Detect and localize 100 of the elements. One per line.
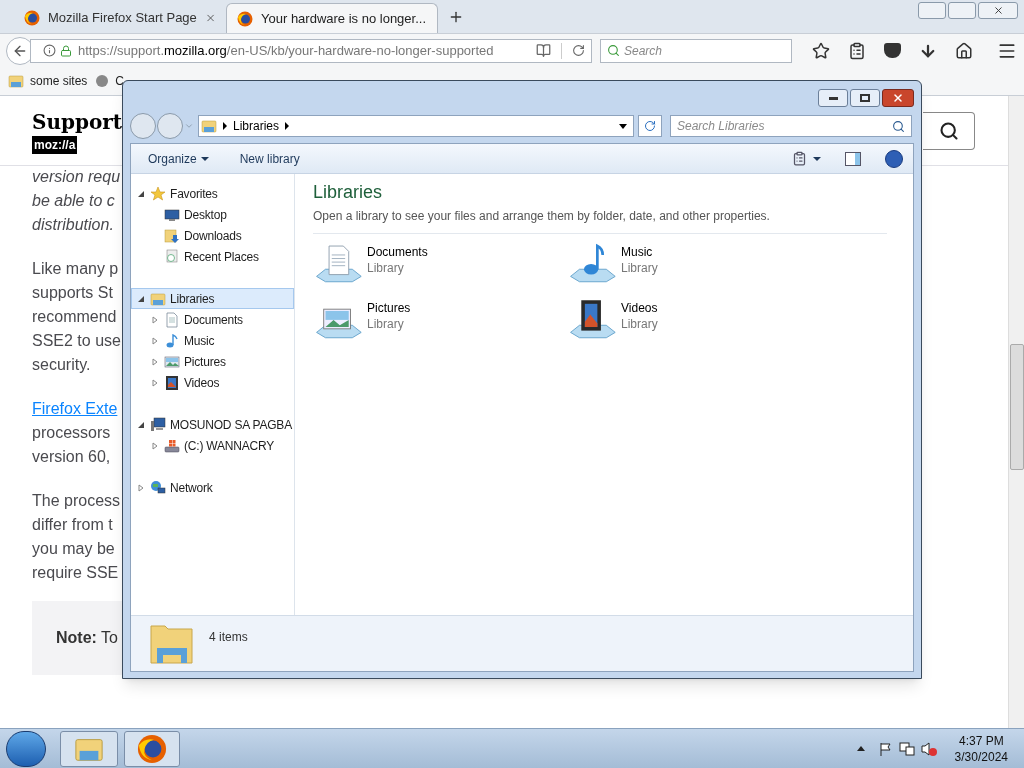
nav-tree-item[interactable]: Network [131,477,294,498]
library-type: Library [367,260,405,276]
nav-tree-item[interactable]: Desktop [131,204,294,225]
nav-tree-item[interactable]: Music [131,330,294,351]
start-button[interactable] [6,730,46,767]
scrollbar[interactable] [1008,96,1024,728]
article-text: The process [32,491,121,511]
library-folder-icon [201,118,217,134]
nav-tree-item[interactable]: Videos [131,372,294,393]
nav-tree-item[interactable]: (C:) WANNACRY [131,435,294,456]
search-icon [892,119,905,133]
tray-arrow-icon[interactable] [856,746,865,751]
firefox-icon [237,10,253,27]
note-text: To [100,628,118,648]
clock-document-icon [164,248,180,265]
nav-tree-item[interactable]: Documents [131,309,294,330]
library-tile[interactable]: Documents Library [313,240,567,286]
expand-arrow-icon[interactable] [151,336,159,345]
expand-arrow-icon[interactable] [151,315,159,324]
maximize-button[interactable] [850,89,880,107]
search-button[interactable] [923,111,975,150]
search-field[interactable]: Search Libraries [670,115,912,137]
toolbar-button[interactable]: New library [239,149,300,168]
library-type: Library [367,316,405,332]
site-logo: moz://a [32,135,78,154]
site-heading: Support [32,108,123,136]
collapse-arrow-icon[interactable] [137,294,145,303]
lock-icon [60,44,72,57]
breadcrumb-arrow-icon [285,122,290,130]
taskbar-button[interactable] [124,730,180,767]
article-text: security. [32,355,91,375]
clock-time[interactable]: 4:37 PM [958,732,1004,749]
library-tile[interactable]: Videos Library [567,296,821,342]
refresh-button[interactable] [638,115,662,137]
nav-tree-item[interactable]: Favorites [131,183,294,204]
taskbar-button[interactable] [60,730,118,767]
url-bar[interactable]: https://support.mozilla.org/en-US/kb/your-hardware-no-longer-supported [30,38,592,63]
nav-tree-item[interactable]: Recent Places [131,246,294,267]
article-text: version requ [32,167,121,187]
network-icon[interactable] [898,741,915,756]
article-text: processors [32,423,111,443]
home-icon[interactable] [955,41,973,60]
library-folder-icon [8,73,24,89]
expand-arrow-icon[interactable] [151,378,159,387]
address-bar[interactable]: Libraries [198,115,634,137]
library-name: Documents [367,244,428,260]
clock-date[interactable]: 3/30/2024 [954,748,1008,765]
view-options-icon[interactable] [792,151,821,166]
restore-button[interactable] [948,2,976,19]
article-text: version 60, [32,447,111,467]
nav-tree-item[interactable]: Libraries [131,288,294,309]
article-link[interactable]: Firefox Exte [32,397,118,421]
shield-icon[interactable] [884,43,901,58]
search-field[interactable]: Search [600,38,792,63]
reader-view-icon[interactable] [536,43,551,58]
flag-icon[interactable] [878,741,893,756]
close-button[interactable] [882,89,914,107]
expand-arrow-icon[interactable] [151,357,159,366]
minimize-button[interactable] [818,89,848,107]
document-icon [164,311,180,328]
expand-arrow-icon[interactable] [137,483,145,492]
library-name: Pictures [367,300,411,316]
expand-arrow-icon[interactable] [151,441,159,450]
browser-tab[interactable]: Your hardware is no longer... [226,3,438,33]
url-text: https://support.mozilla.org/en-US/kb/your-hardware-no-longer-supported [78,41,494,60]
description-text: Open a library to see your files and arrange them by folder, date, and other properties. [313,208,771,225]
bookmark-star-icon[interactable] [812,41,830,60]
library-tile[interactable]: Pictures Library [313,296,567,342]
bookmark-folder[interactable]: some sites [8,72,88,90]
collapse-arrow-icon[interactable] [137,189,145,198]
folder-download-icon [164,227,180,244]
nav-tree-item[interactable]: Downloads [131,225,294,246]
new-tab-icon[interactable] [448,9,464,25]
muted-speaker-icon[interactable] [920,740,937,757]
breadcrumb-item[interactable]: Libraries [233,117,280,135]
nav-tree-item[interactable]: MOSUNOD SA PAGBA [131,414,294,435]
music-note-icon [164,332,180,349]
drive-icon [164,437,180,454]
bookmark-item[interactable]: C [115,72,125,90]
dropdown-caret-icon[interactable] [619,123,627,129]
organize-menu[interactable]: Organize [141,149,216,168]
reload-icon[interactable] [572,44,585,57]
breadcrumb-arrow-icon [223,122,227,130]
library-tile[interactable]: Music Library [567,240,821,286]
maximize-icon [860,94,870,102]
library-folder-icon [150,290,166,307]
library-name: Videos [621,300,658,316]
browser-tab[interactable]: Mozilla Firefox Start Page [14,3,226,33]
collapse-arrow-icon[interactable] [137,420,145,429]
article-text: you may be [32,539,115,559]
article-text: require SSE [32,563,119,583]
article-text: distribution. [32,215,114,235]
refresh-icon [644,120,656,132]
article-text: supports St [32,283,113,303]
nav-tree-item[interactable]: Pictures [131,351,294,372]
libraries-heading: Libraries [313,181,384,204]
network-icon [150,479,166,496]
article-text: SSE2 to use [32,331,121,351]
clipboard-icon[interactable] [848,41,866,60]
preview-pane-icon[interactable] [845,151,861,166]
